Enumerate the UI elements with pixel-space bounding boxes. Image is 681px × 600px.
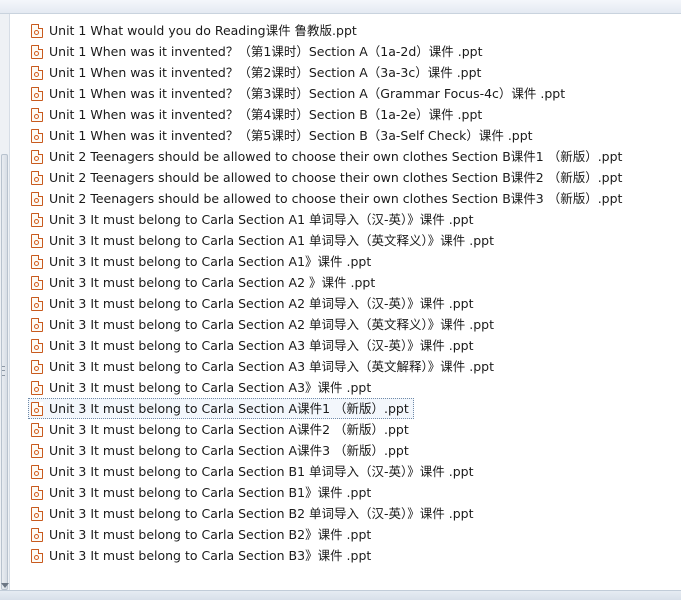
file-item[interactable]: Unit 3 It must belong to Carla Section A… — [28, 419, 414, 440]
file-name: Unit 3 It must belong to Carla Section A… — [49, 442, 409, 458]
ppt-file-icon — [31, 233, 43, 248]
ppt-file-icon — [31, 275, 43, 290]
file-name: Unit 3 It must belong to Carla Section B… — [49, 463, 474, 479]
file-item[interactable]: Unit 2 Teenagers should be allowed to ch… — [28, 146, 627, 167]
file-name: Unit 1 When was it invented？（第4课时）Sectio… — [49, 106, 483, 122]
vertical-scrollbar[interactable] — [0, 14, 10, 590]
ppt-file-icon — [31, 65, 43, 80]
ppt-file-icon — [31, 443, 43, 458]
file-item[interactable]: Unit 3 It must belong to Carla Section A… — [28, 356, 499, 377]
file-item[interactable]: Unit 3 It must belong to Carla Section A… — [28, 314, 499, 335]
file-item[interactable]: Unit 2 Teenagers should be allowed to ch… — [28, 167, 627, 188]
ppt-file-icon — [31, 317, 43, 332]
ppt-file-icon — [31, 464, 43, 479]
ppt-file-icon — [31, 548, 43, 563]
file-item[interactable]: Unit 3 It must belong to Carla Section A… — [28, 398, 414, 419]
scroll-down-arrow-icon[interactable] — [1, 583, 9, 588]
file-name: Unit 2 Teenagers should be allowed to ch… — [49, 190, 623, 206]
file-name: Unit 3 It must belong to Carla Section A… — [49, 295, 474, 311]
file-name: Unit 1 When was it invented？（第3课时）Sectio… — [49, 85, 566, 101]
ppt-file-icon — [31, 44, 43, 59]
window-top-edge — [0, 0, 681, 14]
file-item[interactable]: Unit 3 It must belong to Carla Section A… — [28, 209, 479, 230]
file-item[interactable]: Unit 3 It must belong to Carla Section A… — [28, 272, 380, 293]
file-item[interactable]: Unit 1 When was it invented？（第3课时）Sectio… — [28, 83, 570, 104]
ppt-file-icon — [31, 254, 43, 269]
file-item[interactable]: Unit 2 Teenagers should be allowed to ch… — [28, 188, 627, 209]
file-item[interactable]: Unit 3 It must belong to Carla Section B… — [28, 482, 376, 503]
file-item[interactable]: Unit 1 When was it invented？（第5课时）Sectio… — [28, 125, 538, 146]
file-name: Unit 3 It must belong to Carla Section A… — [49, 232, 494, 248]
ppt-file-icon — [31, 86, 43, 101]
file-name: Unit 1 What would you do Reading课件 鲁教版.p… — [49, 22, 357, 38]
file-item[interactable]: Unit 3 It must belong to Carla Section A… — [28, 440, 414, 461]
file-name: Unit 3 It must belong to Carla Section B… — [49, 526, 372, 542]
file-item[interactable]: Unit 3 It must belong to Carla Section A… — [28, 335, 479, 356]
file-item[interactable]: Unit 3 It must belong to Carla Section A… — [28, 293, 479, 314]
file-item[interactable]: Unit 3 It must belong to Carla Section B… — [28, 545, 376, 566]
file-name: Unit 3 It must belong to Carla Section B… — [49, 505, 474, 521]
ppt-file-icon — [31, 149, 43, 164]
ppt-file-icon — [31, 191, 43, 206]
file-name: Unit 3 It must belong to Carla Section A… — [49, 337, 474, 353]
file-item[interactable]: Unit 1 When was it invented？（第4课时）Sectio… — [28, 104, 487, 125]
horizontal-scrollbar[interactable] — [0, 590, 681, 600]
file-name: Unit 3 It must belong to Carla Section A… — [49, 421, 409, 437]
file-name: Unit 2 Teenagers should be allowed to ch… — [49, 148, 623, 164]
file-item[interactable]: Unit 3 It must belong to Carla Section B… — [28, 524, 376, 545]
file-name: Unit 3 It must belong to Carla Section A… — [49, 400, 409, 416]
scrollbar-grip-icon — [2, 366, 5, 376]
file-item[interactable]: Unit 3 It must belong to Carla Section A… — [28, 377, 376, 398]
ppt-file-icon — [31, 338, 43, 353]
file-item[interactable]: Unit 3 It must belong to Carla Section A… — [28, 251, 376, 272]
file-name: Unit 1 When was it invented？（第1课时）Sectio… — [49, 43, 483, 59]
file-name: Unit 3 It must belong to Carla Section A… — [49, 253, 372, 269]
ppt-file-icon — [31, 401, 43, 416]
file-name: Unit 1 When was it invented？（第5课时）Sectio… — [49, 127, 533, 143]
file-name: Unit 3 It must belong to Carla Section A… — [49, 316, 494, 332]
ppt-file-icon — [31, 128, 43, 143]
file-item[interactable]: Unit 1 What would you do Reading课件 鲁教版.p… — [28, 20, 362, 41]
file-name: Unit 1 When was it invented？（第2课时）Sectio… — [49, 64, 482, 80]
file-name: Unit 3 It must belong to Carla Section B… — [49, 547, 372, 563]
ppt-file-icon — [31, 422, 43, 437]
file-item[interactable]: Unit 1 When was it invented？（第2课时）Sectio… — [28, 62, 486, 83]
file-item[interactable]: Unit 3 It must belong to Carla Section B… — [28, 503, 479, 524]
file-item[interactable]: Unit 1 When was it invented？（第1课时）Sectio… — [28, 41, 488, 62]
ppt-file-icon — [31, 380, 43, 395]
ppt-file-icon — [31, 170, 43, 185]
ppt-file-icon — [31, 506, 43, 521]
file-name: Unit 3 It must belong to Carla Section A… — [49, 211, 474, 227]
file-list: Unit 1 What would you do Reading课件 鲁教版.p… — [28, 20, 668, 566]
ppt-file-icon — [31, 296, 43, 311]
ppt-file-icon — [31, 212, 43, 227]
file-name: Unit 2 Teenagers should be allowed to ch… — [49, 169, 623, 185]
file-item[interactable]: Unit 3 It must belong to Carla Section A… — [28, 230, 499, 251]
file-name: Unit 3 It must belong to Carla Section A… — [49, 379, 372, 395]
file-name: Unit 3 It must belong to Carla Section A… — [49, 358, 494, 374]
ppt-file-icon — [31, 107, 43, 122]
ppt-file-icon — [31, 23, 43, 38]
ppt-file-icon — [31, 527, 43, 542]
file-name: Unit 3 It must belong to Carla Section A… — [49, 274, 376, 290]
file-item[interactable]: Unit 3 It must belong to Carla Section B… — [28, 461, 479, 482]
file-name: Unit 3 It must belong to Carla Section B… — [49, 484, 372, 500]
ppt-file-icon — [31, 485, 43, 500]
ppt-file-icon — [31, 359, 43, 374]
